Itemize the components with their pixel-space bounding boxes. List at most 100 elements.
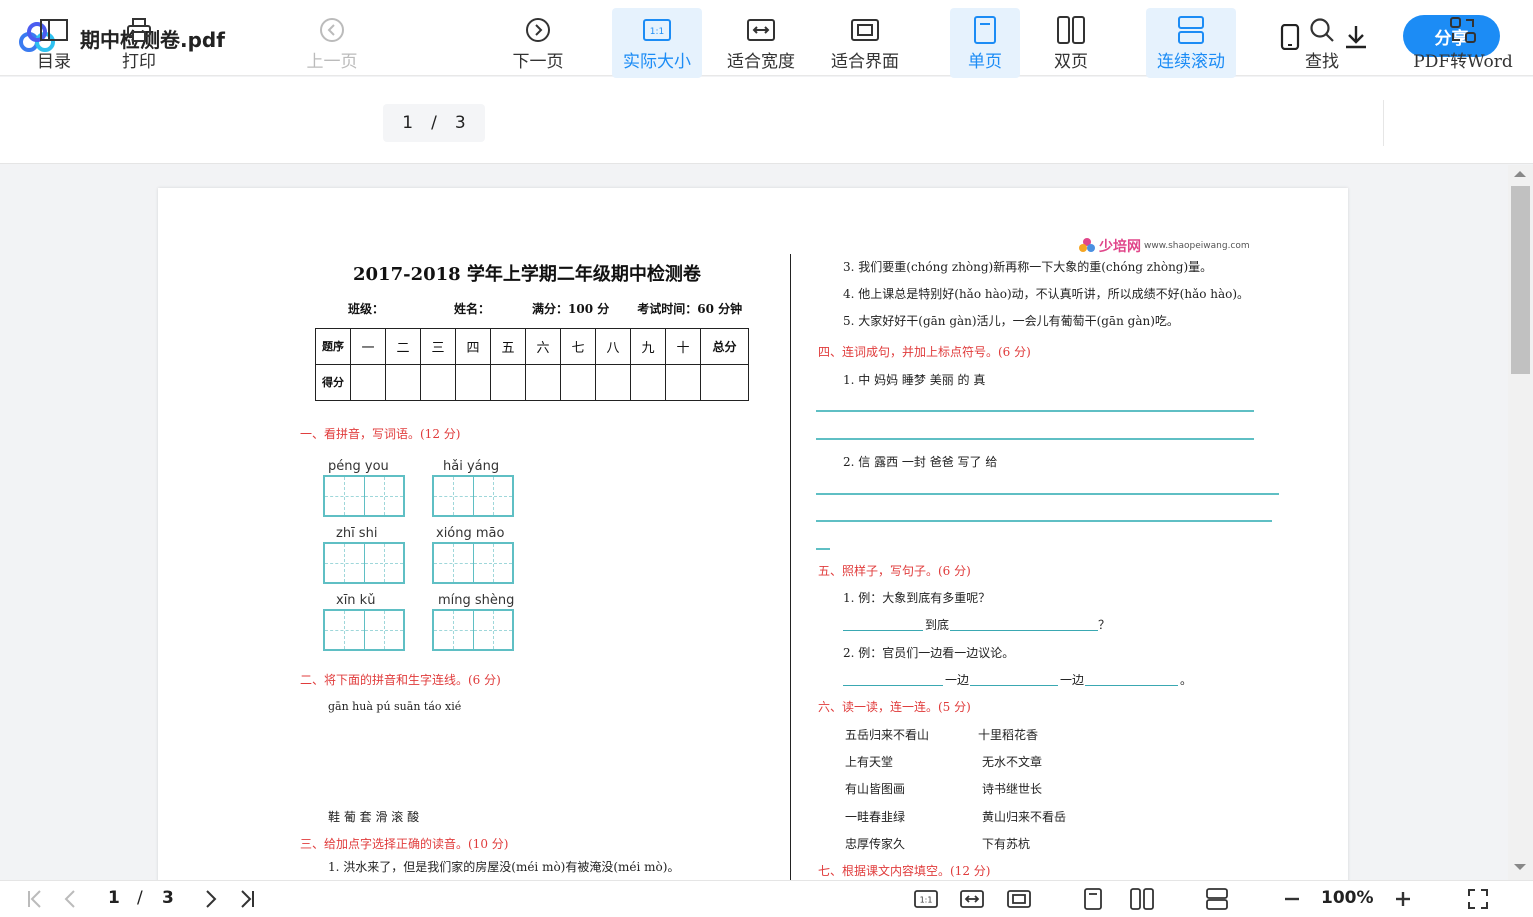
section-5-question-2: 2. 例：官员们一边看一边议论。	[843, 646, 1015, 660]
scroll-up-arrow-icon[interactable]	[1514, 171, 1526, 177]
actual-size-label: 实际大小	[623, 51, 691, 72]
chevron-left-icon	[64, 890, 75, 908]
section-5-fill-end: ？	[1098, 618, 1111, 632]
fit-width-icon	[960, 890, 984, 908]
section-3-heading: 三、给加点字选择正确的读音。(10 分)	[300, 837, 509, 851]
writing-grid	[432, 542, 514, 584]
print-button[interactable]: 打印	[109, 8, 169, 78]
fullscreen-icon	[1468, 889, 1488, 909]
printer-icon	[127, 17, 151, 42]
last-page-button[interactable]	[234, 886, 260, 912]
next-page-button[interactable]: 下一页	[502, 8, 574, 78]
table-row: 得分	[315, 364, 749, 401]
zoom-in-button[interactable]	[1390, 886, 1416, 912]
section-6-left-item: 上有天堂	[845, 755, 894, 769]
bottom-fit-screen-button[interactable]	[1006, 886, 1032, 912]
pinyin-label: xióng māo	[436, 526, 505, 541]
fit-width-label: 适合宽度	[727, 51, 795, 72]
toc-label: 目录	[37, 51, 71, 72]
toolbar-divider	[1383, 100, 1384, 146]
pdf-page: 2017-2018 学年上学期二年级期中检测卷 班级： 姓名： 满分：100 分…	[158, 188, 1348, 908]
pinyin-label: hǎi yáng	[443, 459, 500, 474]
fit-screen-icon	[1007, 890, 1031, 908]
watermark-brand: 少培网	[1099, 239, 1141, 255]
continuous-scroll-button[interactable]: 连续滚动	[1146, 8, 1236, 78]
bottom-current-page[interactable]: 1	[108, 888, 120, 908]
continuous-scroll-icon	[1178, 15, 1204, 44]
next-page-label: 下一页	[512, 51, 564, 72]
chevron-left-circle-icon	[320, 17, 344, 42]
pinyin-label: míng shèng	[438, 593, 515, 608]
pinyin-label: péng you	[328, 459, 389, 474]
double-page-icon	[1057, 15, 1085, 44]
pdf-to-word-button[interactable]: PDF转Word	[1408, 8, 1518, 78]
section-5-fill-word: 到底	[925, 618, 950, 632]
section-5-fill-end: 。	[1180, 673, 1193, 687]
section-7-heading: 七、根据课文内容填空。(12 分)	[818, 864, 991, 878]
writing-grid	[323, 475, 405, 517]
continuous-scroll-label: 连续滚动	[1157, 51, 1225, 72]
double-page-button[interactable]: 双页	[1036, 8, 1106, 78]
section-6-left-item: 有山皆图画	[845, 782, 906, 796]
current-page-input[interactable]: 1	[402, 113, 413, 133]
section-2-heading: 二、将下面的拼音和生字连线。(6 分)	[300, 673, 501, 687]
section-6-left-item: 五岳归来不看山	[845, 728, 930, 742]
zoom-level[interactable]: 100%	[1321, 888, 1374, 908]
answer-line	[816, 493, 1279, 495]
bottom-continuous-button[interactable]	[1204, 886, 1230, 912]
answer-line	[816, 520, 1272, 522]
section-6-left-item: 一畦春韭绿	[845, 810, 906, 824]
section-1-heading: 一、看拼音，写词语。(12 分)	[300, 427, 461, 441]
actual-size-button[interactable]: 1:1 实际大小	[612, 8, 702, 78]
plus-icon	[1396, 892, 1410, 906]
fullscreen-button[interactable]	[1465, 886, 1491, 912]
section-5-question-1: 1. 例：大象到底有多重呢？	[843, 591, 991, 605]
table-cell: 总分	[700, 328, 749, 365]
search-icon	[1310, 17, 1334, 42]
table-cell: 得分	[315, 364, 351, 401]
fit-screen-button[interactable]: 适合界面	[822, 8, 908, 78]
first-page-button[interactable]	[22, 886, 48, 912]
fit-width-icon	[747, 18, 775, 41]
find-button[interactable]: 查找	[1290, 8, 1354, 78]
section-4-question-1: 1. 中 妈妈 睡梦 美丽 的 真	[843, 373, 986, 387]
prev-page-button[interactable]: 上一页	[296, 8, 368, 78]
section-4-heading: 四、连词成句，并加上标点符号。(6 分)	[818, 345, 1031, 359]
watermark: 少培网 www.shaopeiwang.com	[1078, 236, 1250, 256]
bottom-single-page-button[interactable]	[1080, 886, 1106, 912]
table-cell: 二	[385, 328, 421, 365]
toc-icon	[40, 18, 68, 41]
bottom-actual-size-button[interactable]: 1:1	[913, 886, 939, 912]
bottom-fit-width-button[interactable]	[959, 886, 985, 912]
flower-logo-icon	[1079, 238, 1095, 252]
convert-icon	[1450, 16, 1476, 43]
section-6-right-item: 诗书继世长	[982, 782, 1043, 796]
section-6-right-item: 十里稻花香	[978, 728, 1039, 742]
section-3-question-1: 1. 洪水来了，但是我们家的房屋没(méi mò)有被淹没(méi mò)。	[328, 860, 680, 874]
chevron-right-circle-icon	[526, 17, 550, 42]
fit-width-button[interactable]: 适合宽度	[718, 8, 804, 78]
single-page-label: 单页	[968, 51, 1002, 72]
actual-size-icon: 1:1	[643, 18, 671, 41]
scroll-down-arrow-icon[interactable]	[1514, 864, 1526, 870]
single-page-button[interactable]: 单页	[950, 8, 1020, 78]
fill-line	[843, 630, 923, 631]
table-cell: 九	[630, 328, 666, 365]
continuous-scroll-icon	[1206, 888, 1228, 910]
exam-title: 2017-2018 学年上学期二年级期中检测卷	[353, 264, 701, 285]
table-cell: 六	[525, 328, 561, 365]
table-row: 题序 一 二 三 四 五 六 七 八 九 十 总分	[315, 328, 749, 365]
bottom-double-page-button[interactable]	[1129, 886, 1155, 912]
zoom-out-button[interactable]	[1279, 886, 1305, 912]
section-6-left-item: 忠厚传家久	[845, 837, 906, 851]
next-page-small-button[interactable]	[197, 886, 223, 912]
scrollbar-thumb[interactable]	[1511, 186, 1530, 374]
minus-icon	[1285, 897, 1299, 901]
prev-page-small-button[interactable]	[58, 886, 84, 912]
page-indicator[interactable]: 1 / 3	[383, 104, 485, 142]
print-label: 打印	[122, 51, 156, 72]
bottom-page-separator: /	[137, 888, 143, 908]
fill-line	[1085, 685, 1178, 686]
question-5: 5. 大家好好干(gān gàn)活儿，一会儿有葡萄干(gān gàn)吃。	[843, 314, 1179, 328]
toc-button[interactable]: 目录	[24, 8, 84, 78]
